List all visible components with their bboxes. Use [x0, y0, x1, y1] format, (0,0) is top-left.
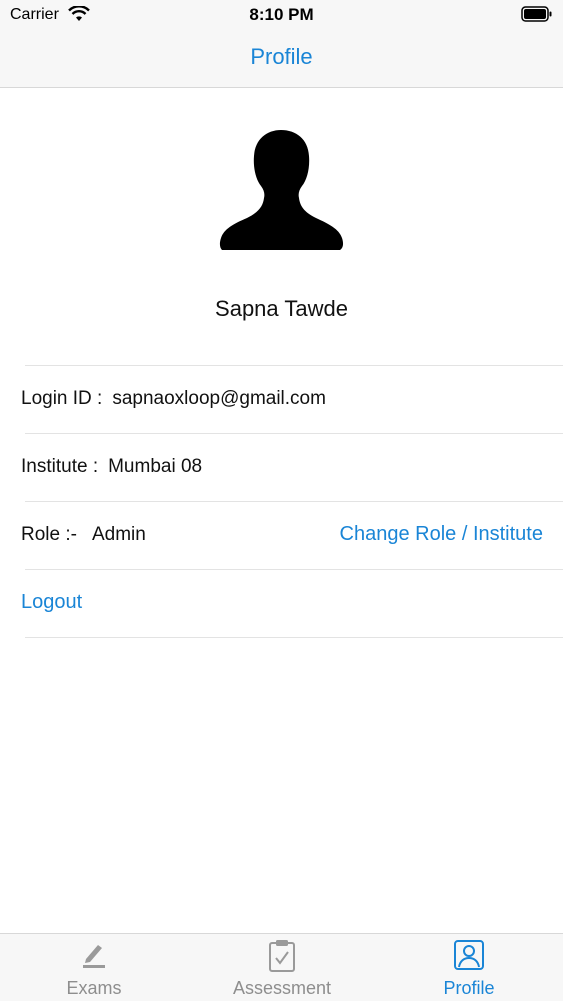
- tab-label-profile: Profile: [443, 978, 495, 998]
- login-id-value: sapnaoxloop@gmail.com: [112, 388, 326, 409]
- person-icon: [375, 939, 563, 971]
- institute-value: Mumbai 08: [108, 456, 203, 477]
- status-bar: Carrier 8:10 PM: [0, 0, 563, 30]
- tab-label-exams: Exams: [66, 978, 122, 998]
- role-label: Role :-: [21, 524, 77, 545]
- tab-profile[interactable]: Profile: [375, 934, 563, 1001]
- divider: [25, 569, 563, 570]
- clock: 8:10 PM: [249, 5, 314, 24]
- change-role-institute-button[interactable]: Change Role / Institute: [340, 523, 543, 546]
- divider: [25, 365, 563, 366]
- pencil-icon: [0, 939, 188, 971]
- navigation-bar: Profile: [0, 30, 563, 88]
- role-row: Role :- Admin: [21, 524, 146, 546]
- tab-assessment[interactable]: Assessment: [188, 934, 376, 1001]
- tab-bar: Exams Assessment Profile: [0, 933, 563, 1001]
- divider: [25, 501, 563, 502]
- login-id-label: Login ID :: [21, 388, 103, 409]
- institute-label: Institute :: [21, 456, 99, 477]
- avatar-icon: [219, 126, 344, 257]
- logout-button[interactable]: Logout: [21, 591, 82, 614]
- divider: [25, 637, 563, 638]
- clipboard-check-icon: [188, 939, 376, 973]
- institute-row: Institute : Mumbai 08: [21, 456, 202, 478]
- divider: [25, 433, 563, 434]
- tab-label-assessment: Assessment: [232, 978, 332, 998]
- battery-icon: [521, 6, 553, 27]
- tab-exams[interactable]: Exams: [0, 934, 188, 1001]
- login-id-row: Login ID : sapnaoxloop@gmail.com: [21, 388, 326, 410]
- page-title: Profile: [250, 44, 313, 69]
- role-value: Admin: [91, 524, 146, 545]
- user-name: Sapna Tawde: [215, 296, 348, 321]
